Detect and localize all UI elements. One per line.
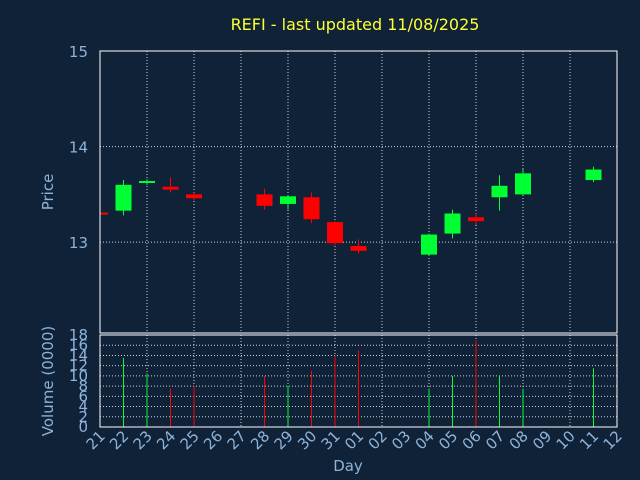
candle-31 bbox=[327, 221, 343, 246]
x-tick-label: 30 bbox=[294, 427, 320, 453]
candle-body bbox=[444, 213, 461, 234]
candle-body bbox=[186, 194, 202, 199]
candle-body bbox=[468, 217, 484, 222]
x-tick-label: 04 bbox=[412, 427, 438, 453]
x-tick-label: 28 bbox=[247, 427, 273, 453]
price-tick-label: 14 bbox=[69, 139, 88, 157]
x-tick-label: 11 bbox=[576, 427, 602, 453]
x-tick-label: 02 bbox=[365, 427, 391, 453]
candle-body bbox=[162, 186, 179, 190]
candle-body bbox=[585, 169, 602, 181]
x-tick-label: 23 bbox=[130, 427, 156, 453]
candle-body bbox=[327, 222, 343, 244]
marks-layer bbox=[99, 166, 602, 427]
x-tick-label: 12 bbox=[600, 427, 626, 453]
candle-body bbox=[303, 197, 320, 220]
candle-body bbox=[256, 194, 273, 206]
x-tick-label: 26 bbox=[200, 427, 226, 453]
x-tick-label: 31 bbox=[318, 427, 344, 453]
candle-body bbox=[139, 181, 155, 184]
x-tick-label: 29 bbox=[271, 427, 297, 453]
candle-24 bbox=[162, 177, 179, 193]
candle-body bbox=[280, 196, 296, 204]
candle-23 bbox=[139, 179, 155, 185]
price-tick-label: 13 bbox=[69, 234, 88, 252]
x-tick-label: 07 bbox=[482, 427, 508, 453]
price-axis-label: Price bbox=[39, 174, 57, 211]
candle-04 bbox=[421, 233, 437, 256]
candlestick-chart: REFI - last updated 11/08/2025 Price Vol… bbox=[39, 15, 626, 475]
candle-30 bbox=[303, 192, 320, 224]
candle-08 bbox=[515, 168, 531, 196]
candle-body bbox=[421, 234, 437, 255]
candle-01 bbox=[350, 239, 367, 254]
volume-tick-label: 18 bbox=[69, 326, 88, 344]
x-tick-label: 03 bbox=[388, 427, 414, 453]
x-tick-label: 27 bbox=[224, 427, 250, 453]
price-panel-frame bbox=[99, 50, 618, 334]
x-tick-label: 22 bbox=[106, 427, 132, 453]
x-axis-label: Day bbox=[333, 457, 363, 475]
volume-axis-label: Volume (0000) bbox=[39, 326, 57, 436]
candle-28 bbox=[256, 188, 273, 210]
candle-05 bbox=[444, 209, 461, 239]
x-tick-label: 05 bbox=[435, 427, 461, 453]
candle-body bbox=[115, 184, 132, 211]
x-tick-label: 01 bbox=[341, 427, 367, 453]
x-tick-label: 08 bbox=[506, 427, 532, 453]
chart-canvas: REFI - last updated 11/08/2025 Price Vol… bbox=[0, 0, 640, 480]
candle-29 bbox=[280, 195, 296, 210]
candle-07 bbox=[491, 175, 508, 211]
ticks-layer: 1314150246810121416182122232425262728293… bbox=[69, 43, 626, 453]
candle-25 bbox=[186, 192, 202, 201]
candle-body bbox=[350, 246, 367, 251]
candle-21 bbox=[99, 212, 108, 215]
candle-06 bbox=[468, 213, 484, 225]
candle-body bbox=[100, 212, 108, 215]
price-tick-label: 15 bbox=[69, 43, 88, 61]
x-tick-label: 09 bbox=[529, 427, 555, 453]
chart-title: REFI - last updated 11/08/2025 bbox=[231, 15, 480, 34]
x-tick-label: 25 bbox=[177, 427, 203, 453]
candle-22 bbox=[115, 180, 132, 216]
candle-11 bbox=[585, 166, 602, 182]
x-tick-label: 06 bbox=[459, 427, 485, 453]
candle-body bbox=[491, 185, 508, 198]
x-tick-label: 10 bbox=[553, 427, 579, 453]
candle-body bbox=[515, 173, 531, 195]
x-tick-label: 24 bbox=[153, 427, 179, 453]
